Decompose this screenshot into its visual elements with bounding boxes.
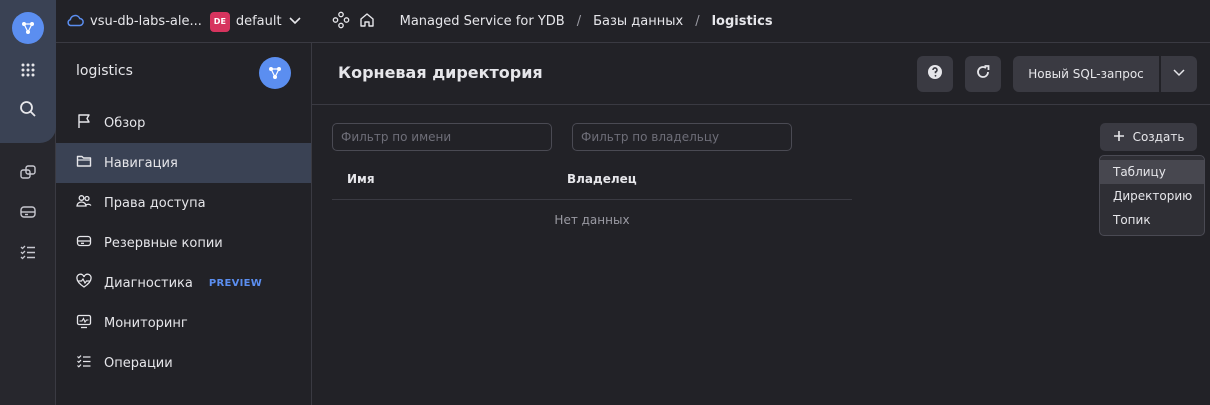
top-bar: vsu-db-labs-ale... DE default Managed Se…	[0, 0, 1210, 43]
main-content: Корневая директория Новый SQL-запрос Соз…	[312, 43, 1210, 405]
main-header: Корневая директория Новый SQL-запрос	[312, 43, 1210, 105]
help-button[interactable]	[917, 56, 953, 92]
flag-icon	[76, 113, 92, 133]
create-menu-item-table[interactable]: Таблицу	[1100, 160, 1204, 184]
folder-selector[interactable]: DE default	[209, 11, 302, 32]
breadcrumb-databases[interactable]: Базы данных	[593, 14, 683, 29]
create-menu-item-directory[interactable]: Директорию	[1100, 184, 1204, 208]
database-name: logistics	[76, 63, 133, 79]
sidebar-item-backups[interactable]: Резервные копии	[56, 223, 311, 263]
sidebar-item-label: Резервные копии	[104, 235, 223, 251]
cloud-icon	[66, 13, 84, 31]
drive-icon	[76, 233, 92, 253]
heart-pulse-icon	[76, 273, 92, 293]
sidebar-item-label: Права доступа	[104, 195, 206, 211]
table-divider	[332, 199, 852, 200]
monitor-icon	[76, 313, 92, 333]
breadcrumb: vsu-db-labs-ale... DE default Managed Se…	[66, 0, 773, 43]
breadcrumb-current: logistics	[711, 14, 773, 29]
sidebar-item-label: Обзор	[104, 115, 146, 131]
service-graph-icon[interactable]	[332, 11, 350, 33]
database-icon	[259, 57, 291, 89]
refresh-button[interactable]	[965, 56, 1001, 92]
folder-badge: DE	[209, 11, 230, 32]
sidebar-item-access[interactable]: Права доступа	[56, 183, 311, 223]
folder-name: default	[235, 14, 282, 29]
page-title: Корневая директория	[338, 63, 543, 82]
chevron-down-icon	[1172, 65, 1186, 83]
users-icon	[76, 193, 92, 213]
sidebar-item-label: Мониторинг	[104, 315, 188, 331]
filter-by-name-input[interactable]	[332, 123, 552, 151]
search-icon[interactable]	[16, 97, 40, 121]
filter-by-owner-input[interactable]	[572, 123, 792, 151]
new-sql-query-dropdown[interactable]	[1161, 56, 1197, 92]
database-stack-icon[interactable]	[16, 160, 40, 184]
ydb-logo-icon[interactable]	[12, 12, 44, 44]
apps-grid-icon[interactable]	[16, 58, 40, 82]
cloud-selector[interactable]: vsu-db-labs-ale...	[66, 13, 202, 31]
create-menu: Таблицу Директорию Топик	[1099, 155, 1205, 236]
sidebar-item-operations[interactable]: Операции	[56, 343, 311, 383]
sidebar-item-navigation[interactable]: Навигация	[56, 143, 311, 183]
sidebar-item-diagnostics[interactable]: Диагностика PREVIEW	[56, 263, 311, 303]
column-header-owner[interactable]: Владелец	[567, 172, 637, 186]
folder-icon	[76, 153, 92, 173]
left-rail	[0, 0, 56, 405]
new-sql-query-button[interactable]: Новый SQL-запрос	[1013, 56, 1159, 92]
plus-icon	[1113, 130, 1125, 145]
sidebar-item-label: Навигация	[104, 155, 178, 171]
preview-badge: PREVIEW	[208, 277, 263, 289]
sidebar-item-overview[interactable]: Обзор	[56, 103, 311, 143]
sidebar-item-label: Операции	[104, 355, 173, 371]
home-icon[interactable]	[358, 11, 376, 33]
breadcrumb-separator: /	[695, 14, 700, 29]
empty-state-text: Нет данных	[554, 213, 630, 227]
breadcrumb-separator: /	[576, 14, 582, 29]
drive-icon[interactable]	[16, 200, 40, 224]
chevron-down-icon	[288, 13, 302, 31]
refresh-icon	[975, 64, 991, 84]
breadcrumb-service[interactable]: Managed Service for YDB	[400, 14, 565, 29]
sidebar-item-monitoring[interactable]: Мониторинг	[56, 303, 311, 343]
cloud-name: vsu-db-labs-ale...	[90, 14, 202, 29]
create-menu-item-topic[interactable]: Топик	[1100, 208, 1204, 232]
column-header-name[interactable]: Имя	[347, 172, 375, 186]
question-icon	[927, 64, 943, 84]
database-sidebar: logistics Обзор Навигация Права доступа …	[56, 43, 312, 405]
create-label: Создать	[1132, 130, 1185, 144]
list-check-icon	[76, 353, 92, 373]
sidebar-item-label: Диагностика	[104, 275, 193, 291]
list-check-icon[interactable]	[16, 240, 40, 264]
create-button[interactable]: Создать	[1100, 123, 1197, 151]
